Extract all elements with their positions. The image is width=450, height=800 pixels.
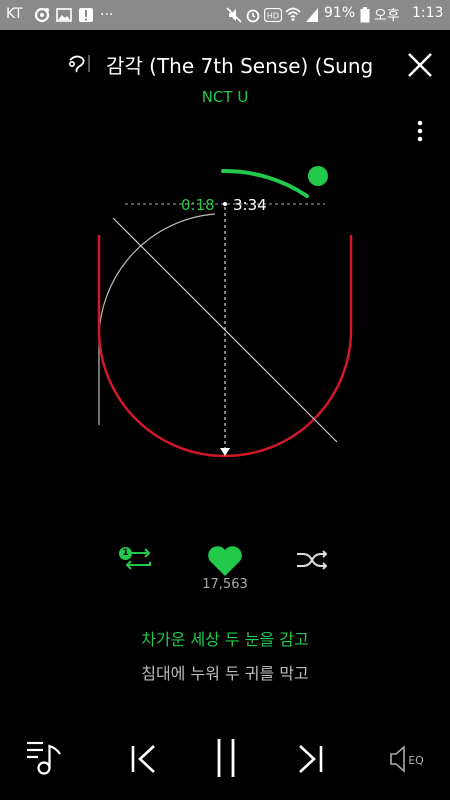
alarm-icon xyxy=(245,7,261,27)
equalizer-button[interactable]: EQ xyxy=(388,744,428,778)
gallery-notification-icon xyxy=(56,7,72,27)
eq-icon: EQ xyxy=(390,745,424,773)
close-button[interactable] xyxy=(405,50,435,80)
previous-button[interactable] xyxy=(130,744,158,778)
battery-percent: 91% xyxy=(324,5,356,21)
signal-icon xyxy=(305,7,319,27)
playlist-button[interactable] xyxy=(26,740,64,780)
current-lyric-line[interactable]: 차가운 세상 두 눈을 감고 xyxy=(0,626,450,650)
more-menu-button[interactable] xyxy=(412,118,428,146)
music-notification-icon xyxy=(34,7,50,27)
pause-icon xyxy=(217,739,235,777)
svg-text:HD: HD xyxy=(267,12,279,21)
svg-text:EQ: EQ xyxy=(408,754,424,767)
playhead-dot xyxy=(223,202,227,206)
progress-knob[interactable] xyxy=(308,166,328,186)
shuffle-button[interactable] xyxy=(295,548,329,576)
shuffle-icon xyxy=(297,550,328,570)
previous-icon xyxy=(131,745,155,773)
mute-icon xyxy=(226,7,242,27)
wifi-icon xyxy=(285,6,301,27)
more-vertical-icon xyxy=(417,120,423,142)
am-pm-label: 오후 xyxy=(374,8,400,24)
pause-button[interactable] xyxy=(216,738,236,782)
like-count: 17,563 xyxy=(202,577,248,592)
heart-icon xyxy=(208,546,242,576)
like-button[interactable] xyxy=(207,545,243,581)
carrier-label: KT xyxy=(6,6,23,22)
total-time: 3:34 xyxy=(233,196,267,214)
arc-outline xyxy=(98,213,216,341)
hd-voice-icon: HD xyxy=(263,7,283,26)
repeat-one-badge: 1 xyxy=(119,547,132,560)
song-info-icon[interactable] xyxy=(66,52,92,78)
battery-icon xyxy=(360,7,370,27)
progress-arc xyxy=(221,168,309,198)
artist-name[interactable]: NCT U xyxy=(0,88,450,106)
alert-notification-icon xyxy=(78,7,94,27)
progress-visualizer[interactable] xyxy=(0,150,450,470)
next-button[interactable] xyxy=(296,744,324,778)
song-title-container: 감각 (The 7th Sense) (Sung xyxy=(106,50,382,80)
more-notifications-label: ... xyxy=(100,3,114,19)
next-icon xyxy=(299,745,323,773)
next-lyric-line[interactable]: 침대에 누워 두 귀를 막고 xyxy=(0,660,450,684)
playlist-icon xyxy=(27,741,61,775)
clock-time: 1:13 xyxy=(412,5,444,21)
close-icon xyxy=(408,53,432,77)
song-title: 감각 (The 7th Sense) (Sung xyxy=(106,54,374,78)
status-bar: KT ... HD 91% 오후 1:13 xyxy=(0,0,450,30)
elapsed-time: 0:18 xyxy=(181,196,215,214)
